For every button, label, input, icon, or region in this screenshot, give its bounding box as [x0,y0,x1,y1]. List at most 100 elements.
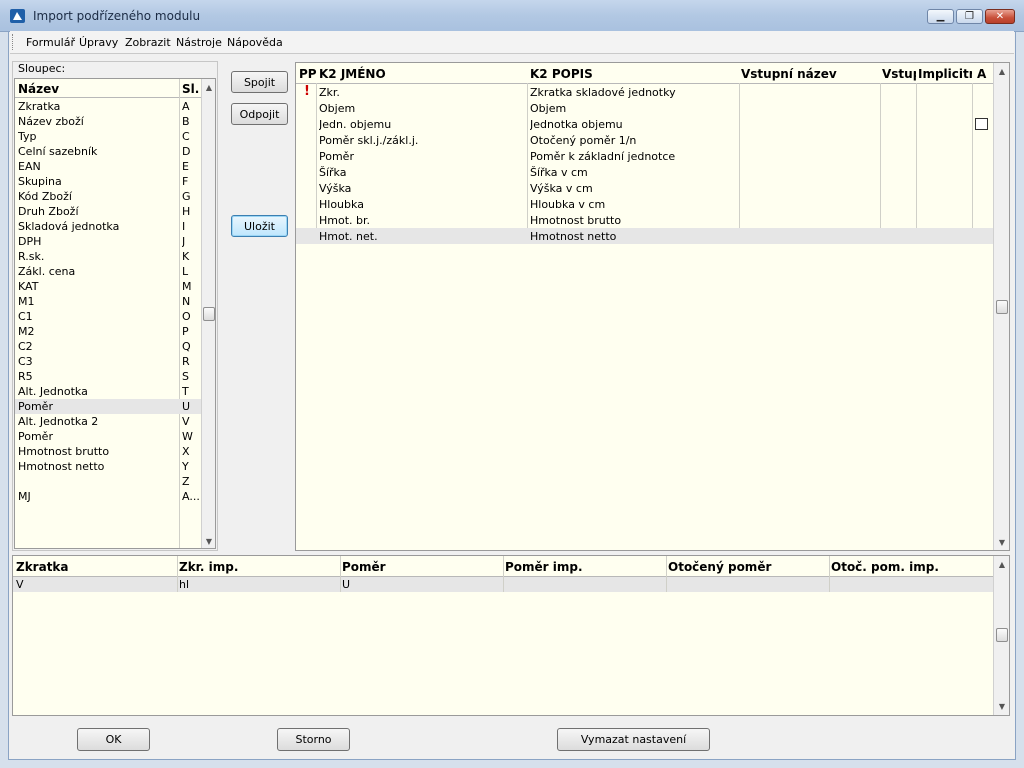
table-row[interactable]: Hmot. net. Hmotnost netto [296,228,993,244]
close-button[interactable]: ✕ [985,9,1015,24]
list-item[interactable]: Skladová jednotka I [15,219,201,234]
column-header-col[interactable]: Sl. [182,82,199,96]
k2-desc-cell[interactable]: Jednotka objemu [530,118,736,131]
k2-name-cell[interactable]: Šířka [319,166,525,179]
list-item[interactable]: C1 O [15,309,201,324]
list-item[interactable]: EAN E [15,159,201,174]
menu-zobrazit[interactable]: Zobrazit [125,36,171,49]
list-item[interactable]: Poměr W [15,429,201,444]
list-item[interactable]: C3 R [15,354,201,369]
table-row[interactable]: Objem Objem [296,100,993,116]
k2-desc-cell[interactable]: Objem [530,102,736,115]
list-item[interactable]: DPH J [15,234,201,249]
table-row[interactable]: Výška Výška v cm [296,180,993,196]
list-item[interactable]: Kód Zboží G [15,189,201,204]
table-row[interactable]: Šířka Šířka v cm [296,164,993,180]
conversion-header-ratio[interactable]: Poměr [342,560,386,574]
list-item[interactable]: Druh Zboží H [15,204,201,219]
list-item[interactable]: Poměr U [15,399,201,414]
unjoin-button[interactable]: Odpojit [231,103,288,125]
menu-napoveda[interactable]: Nápověda [227,36,283,49]
k2-name-cell[interactable]: Hmot. br. [319,214,525,227]
save-button[interactable]: Uložit [231,215,288,237]
mapping-header-input[interactable]: Vstup [882,67,916,81]
k2-desc-cell[interactable]: Hloubka v cm [530,198,736,211]
k2-name-cell[interactable]: Hloubka [319,198,525,211]
table-row[interactable]: ! Zkr. Zkratka skladové jednotky [296,84,993,100]
table-row[interactable]: Jedn. objemu Jednotka objemu [296,116,993,132]
mapping-header-pp[interactable]: PP [299,67,317,81]
mapping-header-k2-name[interactable]: K2 JMÉNO [319,67,386,81]
scroll-up-icon[interactable]: ▲ [995,560,1009,569]
ok-button[interactable]: OK [77,728,150,751]
menu-formular[interactable]: Formulář [26,36,75,49]
clear-settings-button[interactable]: Vymazat nastavení [557,728,710,751]
menu-nastroje[interactable]: Nástroje [176,36,222,49]
cancel-button[interactable]: Storno [277,728,350,751]
list-item[interactable]: MJ A... [15,489,201,504]
mapping-grid-scrollbar[interactable]: ▲ ▼ [993,63,1009,550]
conversion-header-inverse[interactable]: Otočený poměr [668,560,771,574]
list-item[interactable]: Alt. Jednotka T [15,384,201,399]
scroll-down-icon[interactable]: ▼ [995,702,1009,711]
column-list[interactable]: Název Sl. Zkratka A Název zboží B Typ C Celní … [14,78,216,549]
list-item[interactable]: Z [15,474,201,489]
scroll-thumb[interactable] [996,300,1008,314]
k2-name-cell[interactable]: Výška [319,182,525,195]
k2-desc-cell[interactable]: Šířka v cm [530,166,736,179]
list-item[interactable]: Hmotnost netto Y [15,459,201,474]
list-item[interactable]: C2 Q [15,339,201,354]
mapping-grid[interactable]: PP K2 JMÉNO K2 POPIS Vstupní název Vstup… [295,62,1010,551]
scroll-up-icon[interactable]: ▲ [202,83,215,92]
list-item[interactable]: Alt. Jednotka 2 V [15,414,201,429]
conversion-header-inverse-imp[interactable]: Otoč. pom. imp. [831,560,939,574]
k2-desc-cell[interactable]: Výška v cm [530,182,736,195]
list-item[interactable]: Zákl. cena L [15,264,201,279]
list-item[interactable]: M1 N [15,294,201,309]
list-item[interactable]: Celní sazebník D [15,144,201,159]
k2-name-cell[interactable]: Hmot. net. [319,230,525,243]
conversion-header-ratio-imp[interactable]: Poměr imp. [505,560,583,574]
scroll-down-icon[interactable]: ▼ [202,537,215,546]
mapping-header-input-name[interactable]: Vstupní název [741,67,837,81]
scroll-thumb[interactable] [203,307,215,321]
conversion-header-abbr[interactable]: Zkratka [16,560,69,574]
list-item[interactable]: M2 P [15,324,201,339]
k2-desc-cell[interactable]: Zkratka skladové jednotky [530,86,736,99]
k2-desc-cell[interactable]: Hmotnost netto [530,230,736,243]
minimize-button[interactable]: ▁ [927,9,954,24]
list-item[interactable]: R5 S [15,369,201,384]
list-item[interactable]: Název zboží B [15,114,201,129]
list-item[interactable]: Hmotnost brutto X [15,444,201,459]
list-item[interactable]: Zkratka A [15,99,201,114]
list-item[interactable]: R.sk. K [15,249,201,264]
k2-desc-cell[interactable]: Poměr k základní jednotce [530,150,736,163]
k2-name-cell[interactable]: Jedn. objemu [319,118,525,131]
k2-name-cell[interactable]: Poměr [319,150,525,163]
column-list-scrollbar[interactable]: ▲ ▼ [201,79,215,548]
table-row[interactable]: Poměr Poměr k základní jednotce [296,148,993,164]
conversion-grid-scrollbar[interactable]: ▲ ▼ [993,556,1009,715]
conversion-cell-ratio[interactable]: U [342,578,350,591]
scroll-thumb[interactable] [996,628,1008,642]
k2-name-cell[interactable]: Poměr skl.j./zákl.j. [319,134,525,147]
join-button[interactable]: Spojit [231,71,288,93]
auto-checkbox[interactable] [975,118,988,130]
menu-upravy[interactable]: Úpravy [79,36,118,49]
column-header-name[interactable]: Název [18,82,59,96]
restore-button[interactable]: ❐ [956,9,983,24]
k2-name-cell[interactable]: Zkr. [319,86,525,99]
table-row[interactable]: Hmot. br. Hmotnost brutto [296,212,993,228]
table-row[interactable]: Hloubka Hloubka v cm [296,196,993,212]
conversion-grid[interactable]: Zkratka Zkr. imp. Poměr Poměr imp. Otoče… [12,555,1010,716]
conversion-header-abbr-imp[interactable]: Zkr. imp. [179,560,238,574]
mapping-header-default[interactable]: Implicitn [918,67,972,81]
k2-desc-cell[interactable]: Hmotnost brutto [530,214,736,227]
k2-desc-cell[interactable]: Otočený poměr 1/n [530,134,736,147]
k2-name-cell[interactable]: Objem [319,102,525,115]
list-item[interactable]: Typ C [15,129,201,144]
list-item[interactable]: Skupina F [15,174,201,189]
conversion-cell-abbr-imp[interactable]: hl [179,578,189,591]
list-item[interactable]: KAT M [15,279,201,294]
conversion-cell-abbr[interactable]: V [16,578,24,591]
